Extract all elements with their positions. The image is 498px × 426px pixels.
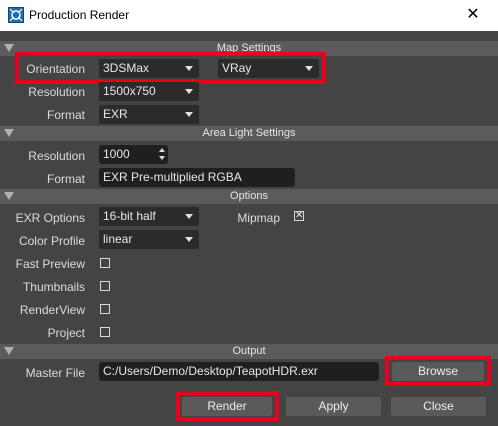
section-title: Options (230, 190, 268, 202)
close-window-icon[interactable]: ✕ (458, 4, 488, 26)
exr-options-dropdown[interactable]: 16-bit half (99, 207, 199, 226)
fast-preview-label: Fast Preview (15, 257, 85, 271)
project-checkbox[interactable] (100, 327, 110, 337)
renderview-checkbox[interactable] (100, 304, 110, 314)
master-file-value: C:/Users/Demo/Desktop/TeapotHDR.exr (103, 364, 318, 378)
spinner-arrows-icon[interactable] (159, 147, 165, 162)
renderview-label: RenderView (19, 303, 85, 317)
window-title: Production Render (29, 8, 130, 22)
resolution-value: 1500x750 (103, 84, 156, 98)
chevron-down-icon (185, 112, 193, 117)
area-light-resolution-value: 1000 (103, 147, 130, 161)
area-light-format-value: EXR Pre-multiplied RGBA (103, 170, 242, 184)
chevron-down-icon (185, 237, 193, 242)
format-label: Format (46, 108, 85, 122)
area-light-format-label: Format (46, 172, 85, 186)
check-mark-icon: ✕ (295, 210, 304, 221)
exr-options-label: EXR Options (15, 211, 85, 225)
project-label: Project (47, 326, 85, 340)
app-icon (8, 7, 24, 23)
thumbnails-label: Thumbnails (22, 280, 85, 294)
resolution-label: Resolution (28, 85, 85, 99)
title-bar: Production Render ✕ (0, 0, 498, 31)
close-button[interactable]: Close (391, 397, 486, 416)
section-header-options[interactable]: Options (0, 189, 498, 204)
mipmap-checkbox[interactable]: ✕ (294, 210, 304, 221)
chevron-down-icon (185, 89, 193, 94)
master-file-field[interactable]: C:/Users/Demo/Desktop/TeapotHDR.exr (99, 362, 379, 381)
format-dropdown[interactable]: EXR (99, 105, 199, 124)
thumbnails-checkbox[interactable] (100, 281, 110, 291)
resolution-dropdown[interactable]: 1500x750 (99, 82, 199, 101)
color-profile-value: linear (103, 232, 133, 246)
chevron-down-icon (185, 214, 193, 219)
color-profile-label: Color Profile (18, 234, 85, 248)
mipmap-label: Mipmap (237, 211, 280, 225)
exr-options-value: 16-bit half (103, 209, 156, 223)
area-light-resolution-label: Resolution (28, 149, 85, 163)
area-light-resolution-spinbox[interactable]: 1000 (99, 145, 168, 164)
master-file-label: Master File (25, 366, 85, 380)
highlight-orientation (15, 52, 326, 84)
fast-preview-checkbox[interactable] (100, 258, 110, 268)
apply-button[interactable]: Apply (286, 397, 381, 416)
highlight-render (176, 391, 279, 421)
format-value: EXR (103, 107, 128, 121)
color-profile-dropdown[interactable]: linear (99, 230, 199, 249)
highlight-browse (385, 356, 491, 386)
section-header-area-light-settings[interactable]: Area Light Settings (0, 126, 498, 141)
section-title: Area Light Settings (202, 127, 296, 139)
area-light-format-field[interactable]: EXR Pre-multiplied RGBA (99, 168, 295, 187)
